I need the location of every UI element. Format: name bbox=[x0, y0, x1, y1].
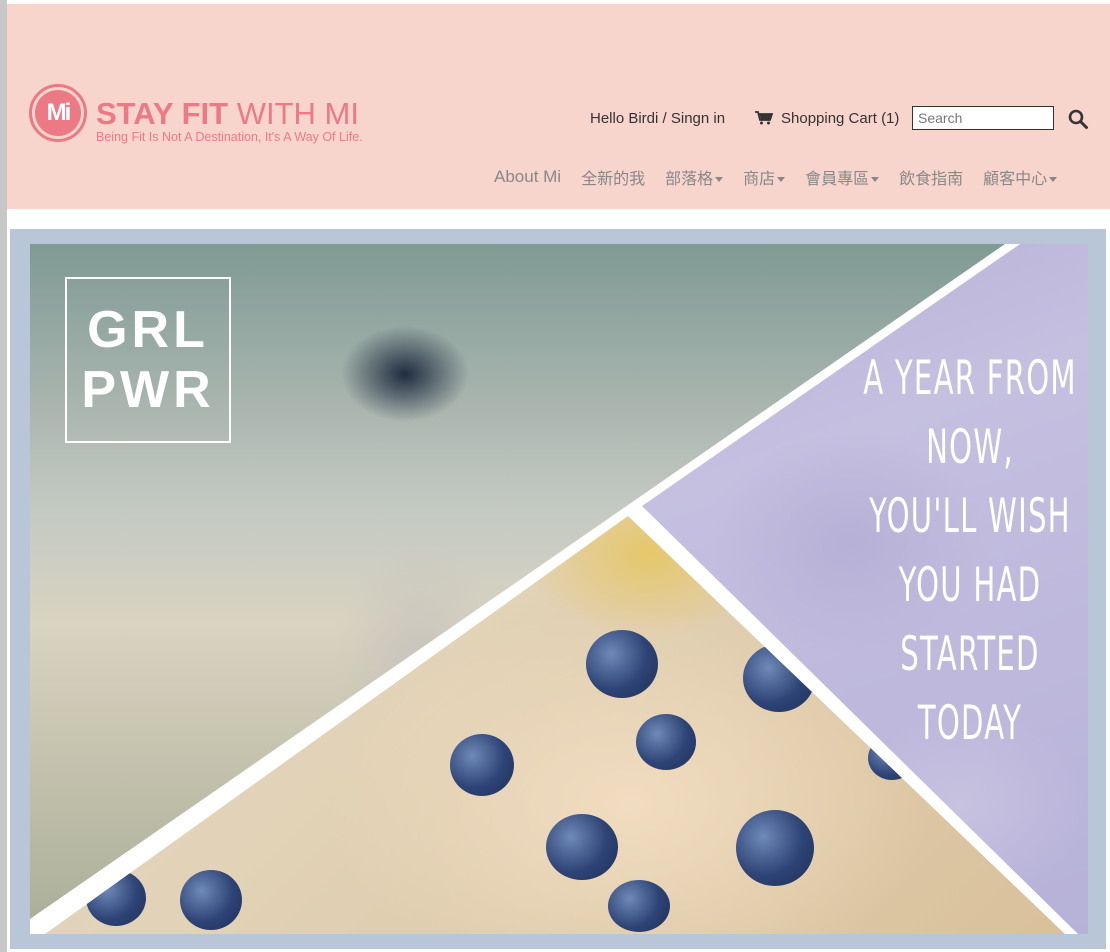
site-logo[interactable]: Mi STAY FIT WITH MI Being Fit Is Not A D… bbox=[29, 84, 369, 148]
quote-line: NOW, bbox=[926, 420, 1014, 475]
user-greeting-link[interactable]: Hello Birdi / Singn in bbox=[590, 104, 725, 132]
grl-pwr-badge: GRL PWR bbox=[65, 277, 231, 443]
blueberry bbox=[86, 870, 146, 926]
search-input[interactable] bbox=[912, 106, 1054, 130]
nav-item-new-me[interactable]: 全新的我 bbox=[581, 165, 645, 189]
badge-line: PWR bbox=[81, 361, 215, 419]
logo-mark-text: Mi bbox=[35, 90, 81, 136]
caret-down-icon bbox=[1049, 176, 1058, 182]
motivational-quote: A YEAR FROM NOW, YOU'LL WISH YOU HAD STA… bbox=[830, 344, 1088, 758]
nav-item-members[interactable]: 會員專區 bbox=[805, 165, 880, 189]
logo-tagline: Being Fit Is Not A Destination, It's A W… bbox=[96, 130, 363, 144]
nav-item-label: 顧客中心 bbox=[983, 171, 1048, 188]
quote-line: YOU HAD bbox=[898, 558, 1042, 613]
blueberry bbox=[546, 814, 618, 880]
nav-item-customer-center[interactable]: 顧客中心 bbox=[983, 165, 1058, 189]
shopping-cart-link[interactable]: Shopping Cart (1) bbox=[755, 104, 899, 132]
nav-item-label: About Mi bbox=[494, 167, 562, 186]
logo-mark: Mi bbox=[29, 84, 87, 142]
cart-icon bbox=[755, 111, 773, 125]
blueberry bbox=[636, 714, 696, 770]
nav-item-label: 全新的我 bbox=[581, 171, 646, 188]
quote-line: STARTED bbox=[900, 627, 1040, 682]
badge-line: GRL bbox=[87, 301, 209, 359]
caret-down-icon bbox=[777, 176, 786, 182]
shopping-cart-label: Shopping Cart (1) bbox=[781, 109, 900, 127]
nav-item-shop[interactable]: 商店 bbox=[743, 165, 786, 189]
site-header: Mi STAY FIT WITH MI Being Fit Is Not A D… bbox=[7, 4, 1110, 209]
blueberry bbox=[450, 734, 514, 796]
nav-item-blog[interactable]: 部落格 bbox=[665, 165, 724, 189]
nav-item-about-mi[interactable]: About Mi bbox=[494, 167, 561, 187]
quote-line: TODAY bbox=[917, 696, 1023, 751]
logo-name-bold: STAY FIT bbox=[96, 96, 229, 131]
caret-down-icon bbox=[871, 176, 880, 182]
blueberry bbox=[608, 880, 670, 932]
caret-down-icon bbox=[715, 176, 724, 182]
nav-item-label: 部落格 bbox=[665, 171, 714, 188]
nav-item-label: 飲食指南 bbox=[899, 171, 964, 188]
quote-line: A YEAR FROM bbox=[863, 351, 1077, 406]
nav-item-label: 商店 bbox=[743, 171, 776, 188]
quote-line: YOU'LL WISH bbox=[869, 489, 1071, 544]
blueberry bbox=[180, 870, 242, 930]
logo-name-thin: WITH MI bbox=[228, 96, 359, 131]
hero-banner[interactable]: GRL PWR A YEAR FROM NOW, YOU'LL WISH YOU… bbox=[30, 244, 1088, 934]
nav-item-label: 會員專區 bbox=[805, 171, 870, 188]
window-edge bbox=[0, 0, 7, 952]
search-icon[interactable] bbox=[1067, 108, 1089, 130]
logo-name: STAY FIT WITH MI bbox=[96, 96, 359, 132]
main-nav: About Mi 全新的我 部落格 商店 會員專區 飲食指南 顧客中心 bbox=[494, 164, 1077, 190]
blueberry bbox=[586, 630, 658, 698]
blueberry bbox=[736, 810, 814, 886]
nav-item-diet-guide[interactable]: 飲食指南 bbox=[899, 165, 963, 189]
